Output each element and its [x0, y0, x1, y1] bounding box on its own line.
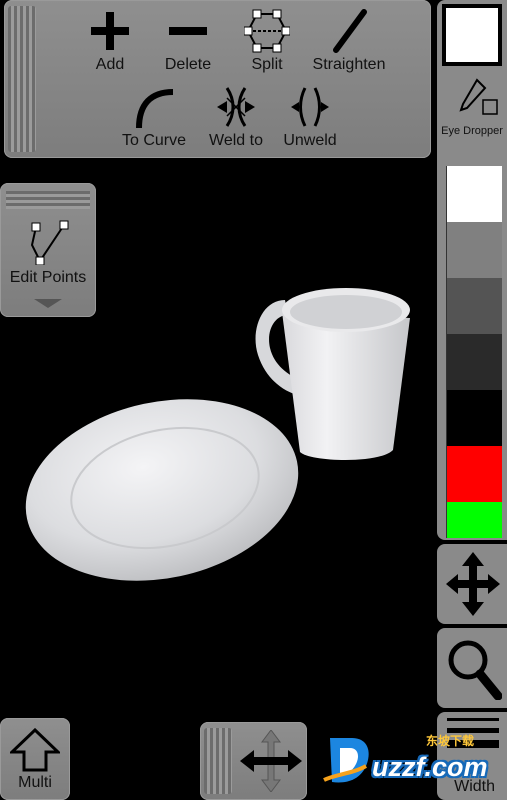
move-arrows-icon [240, 730, 302, 792]
eyedropper-icon [459, 78, 498, 115]
up-arrow-icon [10, 728, 60, 772]
straight-line-icon [333, 9, 367, 53]
panel-grip-lines [6, 191, 90, 209]
weld-to-button[interactable]: Weld to [200, 84, 272, 150]
to-curve-button[interactable]: To Curve [116, 84, 192, 150]
weld-to-label: Weld to [209, 132, 263, 149]
chevron-down-icon [34, 299, 62, 308]
split-button[interactable]: Split [239, 8, 295, 74]
eye-dropper-button[interactable]: Eye Dropper [437, 74, 507, 142]
edit-points-label: Edit Points [9, 269, 87, 286]
unweld-icon [291, 87, 329, 127]
watermark-brand: uzzf.com [372, 752, 488, 782]
split-icon [244, 9, 290, 53]
eye-dropper-label: Eye Dropper [441, 125, 503, 137]
add-label: Add [95, 56, 125, 73]
selected-color-swatch[interactable] [442, 4, 502, 66]
palette-swatch-dark-gray[interactable] [446, 278, 502, 334]
edit-points-panel[interactable]: Edit Points [0, 183, 96, 317]
palette-swatch-green[interactable] [446, 502, 502, 538]
multi-button[interactable]: Multi [0, 718, 70, 800]
watermark-tagline: 东坡下载 [426, 734, 475, 748]
pan-button[interactable] [200, 722, 307, 800]
palette-swatch-white[interactable] [446, 166, 502, 222]
toolbar-grip[interactable] [8, 6, 36, 152]
straighten-label: Straighten [312, 56, 386, 73]
multi-label: Multi [18, 774, 52, 791]
to-curve-label: To Curve [121, 132, 187, 149]
split-label: Split [251, 56, 283, 73]
top-toolbar: Add Delete Split Straighten To Curve Wel… [4, 0, 431, 158]
minus-icon [169, 27, 207, 35]
unweld-button[interactable]: Unweld [276, 84, 344, 150]
zoom-button[interactable] [437, 628, 507, 708]
weld-icon [217, 87, 255, 127]
palette-swatch-black[interactable] [446, 390, 502, 446]
unweld-label: Unweld [283, 132, 337, 149]
delete-label: Delete [164, 56, 212, 73]
width-line-1 [447, 718, 499, 721]
magnifier-icon [448, 640, 502, 700]
move-button[interactable] [437, 544, 507, 624]
palette-swatch-charcoal[interactable] [446, 334, 502, 390]
node-path-icon [30, 220, 69, 265]
palette-swatch-gray[interactable] [446, 222, 502, 278]
curve-icon [136, 89, 174, 129]
add-button[interactable]: Add [82, 8, 138, 74]
watermark: 东坡下载 uzzf.com [322, 730, 502, 792]
delete-button[interactable]: Delete [158, 8, 218, 74]
palette-swatch-red[interactable] [446, 446, 502, 502]
pan-grip[interactable] [204, 728, 232, 794]
move-arrows-icon [446, 552, 500, 616]
plus-icon [91, 12, 129, 50]
straighten-button[interactable]: Straighten [306, 8, 392, 74]
plate [25, 399, 299, 581]
selected-color-fill [446, 8, 498, 62]
watermark-logo-icon [323, 738, 369, 783]
